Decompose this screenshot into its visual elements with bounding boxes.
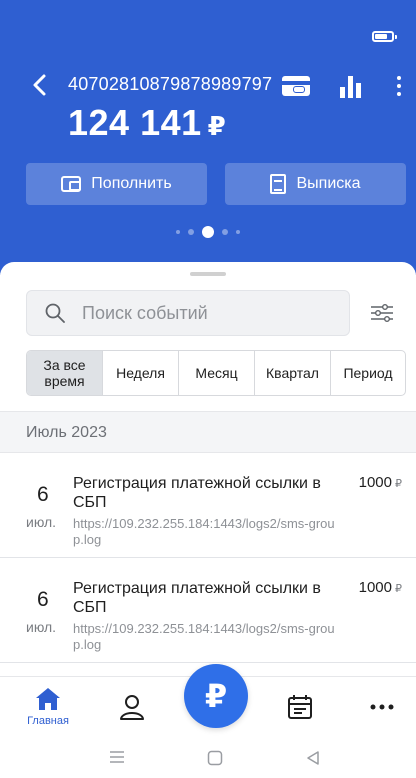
nav-more[interactable] xyxy=(354,677,410,737)
event-amount: 1000 ₽ xyxy=(359,579,402,596)
balance-currency: ₽ xyxy=(207,111,227,141)
statement-label: Выписка xyxy=(296,175,361,192)
battery-icon xyxy=(372,31,397,42)
more-vertical-icon[interactable] xyxy=(394,74,404,98)
payment-fab-button[interactable]: ₽ xyxy=(184,664,248,728)
sheet-drag-handle[interactable] xyxy=(190,272,226,276)
period-month[interactable]: Месяц xyxy=(179,351,255,395)
event-title: Регистрация платежной ссылки в СБП xyxy=(73,580,321,616)
period-quarter[interactable]: Квартал xyxy=(255,351,331,395)
carousel-indicator[interactable] xyxy=(0,226,416,238)
event-title: Регистрация платежной ссылки в СБП xyxy=(73,475,321,511)
more-horizontal-icon xyxy=(370,704,394,710)
system-navigation-bar xyxy=(0,736,416,778)
user-icon xyxy=(120,695,144,720)
search-icon xyxy=(45,303,65,323)
back-triangle-icon[interactable] xyxy=(306,750,320,766)
nav-home-label: Главная xyxy=(27,715,69,727)
account-number: 40702810879878989797 xyxy=(68,74,273,94)
period-all-time[interactable]: За все время xyxy=(27,351,103,395)
calendar-icon xyxy=(288,695,312,719)
account-balance: 124 141 ₽ xyxy=(68,102,226,144)
ruble-icon: ₽ xyxy=(204,678,228,714)
menu-icon[interactable] xyxy=(109,750,125,764)
event-month: июл. xyxy=(26,619,57,635)
search-box[interactable] xyxy=(26,290,350,336)
event-amount-value: 1000 xyxy=(358,474,392,491)
event-url: https://109.232.255.184:1443/logs2/sms-g… xyxy=(73,516,335,547)
topup-label: Пополнить xyxy=(91,175,172,192)
event-amount-value: 1000 xyxy=(358,579,392,596)
filter-settings-icon[interactable] xyxy=(370,302,394,324)
balance-amount: 124 141 xyxy=(68,102,202,143)
event-day: 6 xyxy=(37,588,49,611)
period-week[interactable]: Неделя xyxy=(103,351,179,395)
event-item[interactable]: 6 июл. Регистрация платежной ссылки в СБ… xyxy=(0,559,416,663)
nav-calendar[interactable] xyxy=(272,677,328,737)
card-icon[interactable] xyxy=(282,76,310,96)
nav-profile[interactable] xyxy=(104,677,160,737)
event-currency: ₽ xyxy=(395,478,402,490)
month-label: Июль 2023 xyxy=(26,424,107,441)
event-month: июл. xyxy=(26,514,57,530)
topup-button[interactable]: Пополнить xyxy=(26,163,207,205)
search-input[interactable] xyxy=(82,291,332,335)
event-url: https://109.232.255.184:1443/logs2/sms-g… xyxy=(73,621,335,652)
account-header: 40702810879878989797 124 141 ₽ Пополнить … xyxy=(0,0,416,275)
wallet-icon xyxy=(61,176,82,192)
event-amount: 1000 ₽ xyxy=(359,474,402,491)
event-day: 6 xyxy=(37,483,49,506)
back-arrow-icon[interactable] xyxy=(30,72,50,98)
nav-home[interactable]: Главная xyxy=(20,677,76,737)
event-item[interactable]: 6 июл. Регистрация платежной ссылки в СБ… xyxy=(0,454,416,558)
period-custom[interactable]: Период xyxy=(331,351,405,395)
period-selector: За все время Неделя Месяц Квартал Период xyxy=(26,350,406,396)
document-icon xyxy=(270,174,287,194)
home-square-icon[interactable] xyxy=(207,750,223,766)
month-group-header: Июль 2023 xyxy=(0,411,416,453)
statement-button[interactable]: Выписка xyxy=(225,163,406,205)
home-icon xyxy=(36,688,60,710)
event-currency: ₽ xyxy=(395,583,402,595)
analytics-chart-icon[interactable] xyxy=(340,74,364,98)
